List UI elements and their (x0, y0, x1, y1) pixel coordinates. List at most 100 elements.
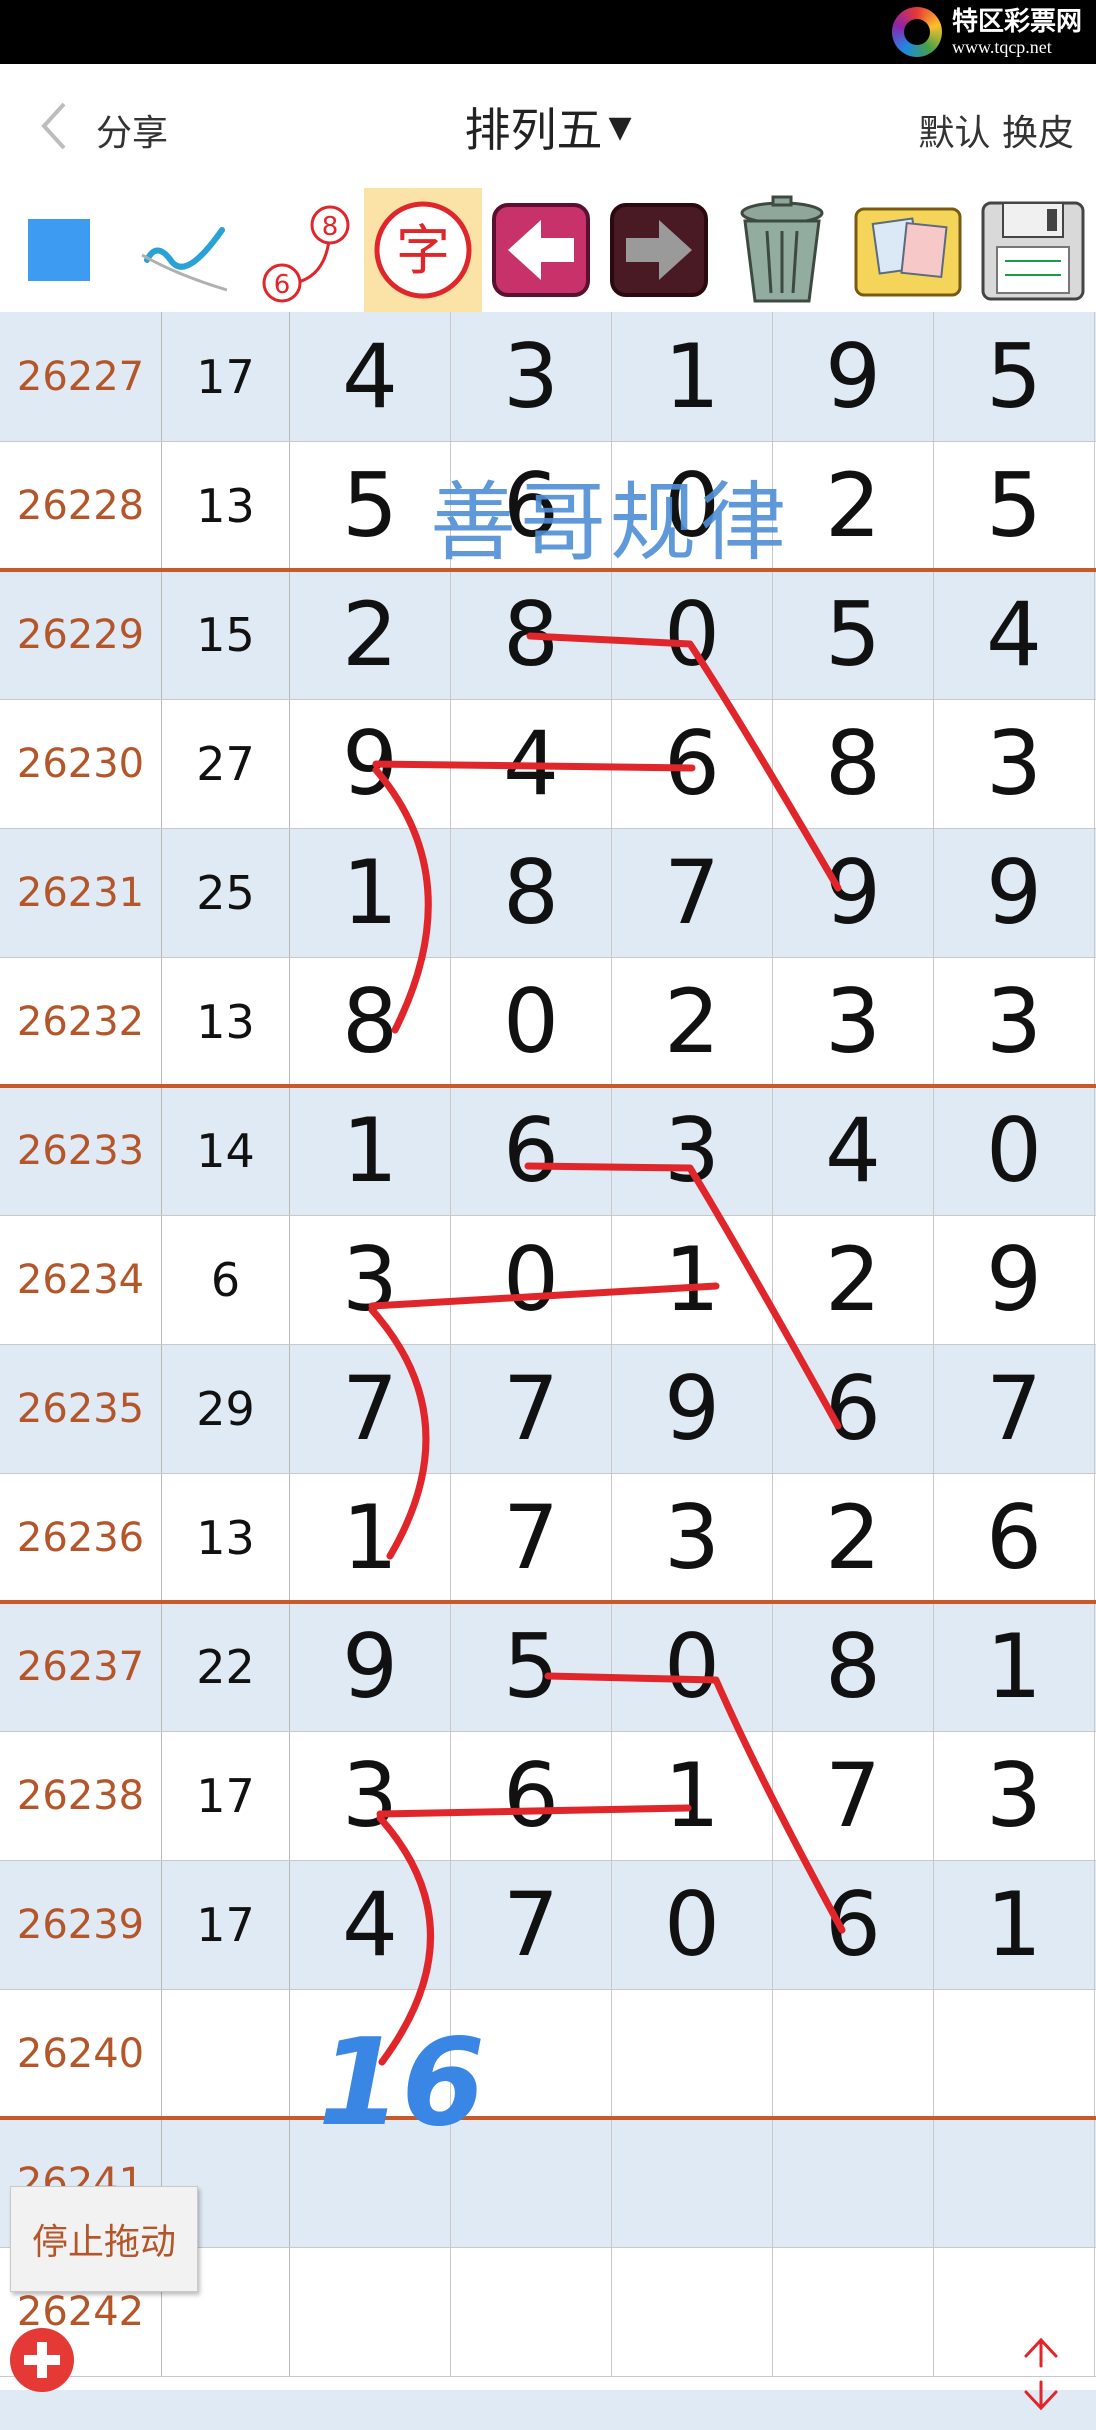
digit-cell[interactable]: 0 (612, 1860, 773, 1989)
digit-cell[interactable]: 7 (290, 1344, 451, 1473)
digit-cell[interactable] (612, 2247, 773, 2376)
digit-cell[interactable]: 9 (290, 1602, 451, 1731)
digit-cell[interactable]: 0 (612, 1602, 773, 1731)
save-disk-icon[interactable] (970, 188, 1096, 312)
digit-cell[interactable]: 5 (451, 1602, 612, 1731)
skin-toggle-button[interactable]: 默认 换皮 (919, 104, 1074, 156)
sequence-icon[interactable]: 8 6 (246, 188, 364, 312)
digit-cell[interactable]: 7 (451, 1473, 612, 1602)
digit-cell[interactable] (451, 2247, 612, 2376)
digit-cell[interactable]: 8 (773, 1602, 934, 1731)
digit-cell[interactable]: 1 (612, 1215, 773, 1344)
digit-cell[interactable]: 0 (934, 1086, 1095, 1215)
digit-cell[interactable]: 4 (451, 699, 612, 828)
add-plus-icon[interactable] (10, 2328, 74, 2392)
color-square-icon[interactable] (0, 188, 118, 312)
digit-cell[interactable]: 1 (290, 828, 451, 957)
digit-cell[interactable]: 1 (290, 1086, 451, 1215)
digit-cell[interactable]: 2 (773, 1473, 934, 1602)
digit-cell[interactable]: 8 (290, 957, 451, 1086)
digit-cell[interactable]: 1 (612, 312, 773, 441)
image-gallery-icon[interactable] (846, 188, 970, 312)
digit-cell[interactable]: 7 (773, 1731, 934, 1860)
digit-cell[interactable]: 1 (290, 1473, 451, 1602)
digit-cell[interactable]: 9 (934, 1215, 1095, 1344)
digit-cell[interactable]: 6 (451, 1086, 612, 1215)
digit-cell[interactable]: 7 (451, 1860, 612, 1989)
digit-cell[interactable]: 4 (773, 1086, 934, 1215)
digit-cell[interactable]: 7 (451, 1344, 612, 1473)
digit-cell[interactable]: 7 (612, 828, 773, 957)
digit-cell[interactable]: 0 (451, 1215, 612, 1344)
digit-cell[interactable]: 3 (773, 957, 934, 1086)
digit-cell[interactable]: 3 (612, 1086, 773, 1215)
issue-number: 26228 (0, 441, 162, 570)
digit-cell[interactable]: 8 (773, 699, 934, 828)
digit-cell[interactable]: 3 (290, 1731, 451, 1860)
bottom-bar (0, 2390, 1096, 2430)
digit-cell[interactable]: 3 (934, 1731, 1095, 1860)
digit-cell[interactable]: 6 (773, 1344, 934, 1473)
digit-cell[interactable] (612, 2118, 773, 2247)
sum-value: 6 (162, 1215, 290, 1344)
redo-arrow-icon[interactable] (600, 188, 718, 312)
digit-cell[interactable] (934, 1989, 1095, 2118)
digit-cell[interactable]: 3 (290, 1215, 451, 1344)
digit-cell[interactable] (773, 1989, 934, 2118)
digit-cell[interactable] (934, 2247, 1095, 2376)
digit-cell[interactable]: 6 (612, 699, 773, 828)
digit-cell[interactable]: 3 (451, 312, 612, 441)
digit-cell[interactable] (290, 2247, 451, 2376)
digit-cell[interactable]: 0 (612, 570, 773, 699)
digit-cell[interactable]: 1 (934, 1860, 1095, 1989)
digit-cell[interactable]: 2 (612, 957, 773, 1086)
sum-value: 25 (162, 828, 290, 957)
digit-cell[interactable]: 9 (612, 1344, 773, 1473)
digit-cell[interactable]: 2 (773, 1215, 934, 1344)
pen-check-icon[interactable] (118, 188, 246, 312)
digit-cell[interactable] (612, 1989, 773, 2118)
undo-arrow-icon[interactable] (482, 188, 600, 312)
digit-cell[interactable]: 9 (290, 699, 451, 828)
text-tool-icon[interactable]: 字 (364, 188, 482, 312)
digit-cell[interactable] (773, 2247, 934, 2376)
digit-cell[interactable]: 1 (612, 1731, 773, 1860)
digit-cell[interactable]: 1 (934, 1602, 1095, 1731)
digit-cell[interactable] (773, 2118, 934, 2247)
digit-cell[interactable]: 6 (934, 1473, 1095, 1602)
digit-cell[interactable]: 5 (773, 570, 934, 699)
digit-cell[interactable]: 2 (290, 570, 451, 699)
digit-cell[interactable]: 4 (290, 312, 451, 441)
row-divider (0, 1473, 1096, 1474)
digit-cell[interactable]: 8 (451, 570, 612, 699)
issue-number: 26235 (0, 1344, 162, 1473)
table-row: 26227 17 4 3 1 9 5 (0, 312, 1096, 441)
stop-drag-button[interactable]: 停止拖动 (10, 2186, 198, 2292)
digit-cell[interactable]: 3 (612, 1473, 773, 1602)
digit-cell[interactable]: 5 (934, 441, 1095, 570)
scroll-up-down-icon[interactable] (1016, 2334, 1066, 2414)
digit-cell[interactable]: 2 (773, 441, 934, 570)
digit-cell[interactable]: 7 (934, 1344, 1095, 1473)
digit-cell[interactable]: 9 (773, 312, 934, 441)
table-row: 26239 17 4 7 0 6 1 (0, 1860, 1096, 1989)
digit-cell[interactable]: 5 (290, 441, 451, 570)
digit-cell[interactable]: 0 (451, 957, 612, 1086)
digit-cell[interactable]: 5 (934, 312, 1095, 441)
digit-cell[interactable]: 3 (934, 957, 1095, 1086)
digit-cell[interactable]: 3 (934, 699, 1095, 828)
digit-cell[interactable]: 6 (451, 1731, 612, 1860)
row-divider (0, 699, 1096, 700)
digit-cell[interactable]: 6 (773, 1860, 934, 1989)
digit-cell[interactable]: 9 (773, 828, 934, 957)
trash-icon[interactable] (718, 188, 846, 312)
issue-number: 26227 (0, 312, 162, 441)
digit-cell[interactable]: 9 (934, 828, 1095, 957)
issue-number: 26229 (0, 570, 162, 699)
digit-cell[interactable]: 4 (290, 1860, 451, 1989)
digit-cell[interactable] (934, 2118, 1095, 2247)
digit-cell[interactable]: 8 (451, 828, 612, 957)
digit-cell[interactable]: 4 (934, 570, 1095, 699)
table-row: 26231 25 1 8 7 9 9 (0, 828, 1096, 957)
table-row: 26230 27 9 4 6 8 3 (0, 699, 1096, 828)
